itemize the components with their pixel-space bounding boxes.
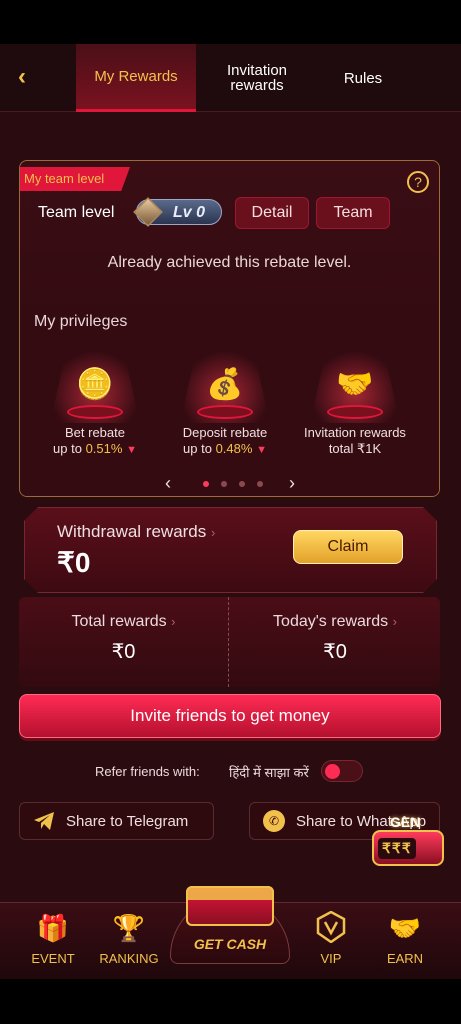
nav-get-cash[interactable]: GET CASH [170,886,290,968]
help-icon[interactable]: ? [407,171,429,193]
chevron-right-icon[interactable]: › [289,473,295,494]
refer-row: Refer friends with: हिंदी में साझा करें [0,760,461,784]
language-toggle[interactable] [321,760,363,782]
chevron-right-icon: › [171,614,176,629]
money-chest-icon: 💰 [206,368,244,401]
privilege-art: 🤝 [310,351,400,423]
down-arrow-icon: ▼ [126,444,137,456]
share-telegram-label: Share to Telegram [66,812,189,830]
tab-rules[interactable]: Rules [318,44,408,112]
nav-earn[interactable]: 🤝 EARN [368,911,442,966]
todays-rewards[interactable]: Today's rewards › ₹0 [230,597,440,687]
total-rewards-value: ₹0 [111,641,136,663]
refer-label: Refer friends with: [95,764,200,779]
achieved-text: Already achieved this rebate level. [107,254,352,271]
slot-label: GEN [390,814,421,830]
privilege-art: 🪙 [50,351,140,423]
privilege-label: Bet rebate up to 0.51% ▼ [53,425,137,456]
privilege-art: 💰 [180,351,270,423]
privilege-label: Deposit rebate up to 0.48% ▼ [182,425,268,456]
handshake-icon: 🤝 [388,913,422,943]
privileges-title: My privileges [34,313,128,330]
invite-friends-button[interactable]: Invite friends to get money [19,694,441,738]
header: ‹ My Rewards Invitation rewards Rules [0,44,461,112]
pager-dot[interactable] [221,481,227,487]
whatsapp-icon: ✆ [262,809,286,833]
withdrawal-amount: ₹0 [57,547,91,578]
total-rewards[interactable]: Total rewards › ₹0 [19,597,229,687]
level-badge: Lv 0 [133,197,222,227]
privilege-deposit-rebate[interactable]: 💰 Deposit rebate up to 0.48% ▼ [160,351,290,458]
back-arrow-icon[interactable]: ‹ [18,65,42,90]
privilege-invitation-rewards[interactable]: 🤝 Invitation rewards total ₹1K [290,351,420,457]
team-level-label: Team level [38,204,115,221]
todays-rewards-value: ₹0 [323,641,347,663]
slot-reels: ₹₹₹ [378,838,416,859]
withdrawal-title[interactable]: Withdrawal rewards › [57,522,215,542]
chevron-right-icon: › [392,614,397,629]
privileges-pager: ‹ › [165,473,295,494]
trophy-icon: 🏆 [112,913,146,943]
share-telegram-button[interactable]: Share to Telegram [19,802,214,840]
get-cash-label: GET CASH [193,936,267,952]
vip-shield-icon [314,910,348,945]
telegram-icon [32,809,56,833]
privilege-label: Invitation rewards total ₹1K [304,425,406,456]
claim-button[interactable]: Claim [293,530,403,564]
level-text: Lv 0 [173,204,206,221]
nav-event[interactable]: 🎁 EVENT [16,911,90,966]
nav-ranking[interactable]: 🏆 RANKING [92,911,166,966]
team-level-ribbon: My team level [20,167,130,191]
app-screen: ‹ My Rewards Invitation rewards Rules My… [0,44,461,979]
rewards-stats: Total rewards › ₹0 Today's rewards › ₹0 [19,597,440,687]
coins-gems-icon: 🪙 [76,368,114,401]
tab-my-rewards[interactable]: My Rewards [76,44,196,112]
team-button[interactable]: Team [316,197,390,229]
chevron-right-icon: › [211,525,216,540]
detail-button[interactable]: Detail [235,197,309,229]
down-arrow-icon: ▼ [256,444,267,456]
pager-dot[interactable] [203,481,209,487]
pager-dot[interactable] [257,481,263,487]
level-gem-icon [133,197,163,227]
tab-invitation-rewards[interactable]: Invitation rewards [202,44,312,112]
team-level-card: My team level ? Team level Lv 0 Detail T… [19,160,440,497]
handshake-icon: 🤝 [336,368,374,401]
privilege-bet-rebate[interactable]: 🪙 Bet rebate up to 0.51% ▼ [30,351,160,458]
gift-icon: 🎁 [36,913,70,943]
pager-dot[interactable] [239,481,245,487]
refer-language: हिंदी में साझा करें [229,765,309,780]
withdrawal-rewards-card: Withdrawal rewards › ₹0 Claim [24,507,437,593]
nav-vip[interactable]: VIP [294,910,368,966]
slot-machine-widget[interactable]: GEN ₹₹₹ [368,814,456,872]
chevron-left-icon[interactable]: ‹ [165,473,171,494]
